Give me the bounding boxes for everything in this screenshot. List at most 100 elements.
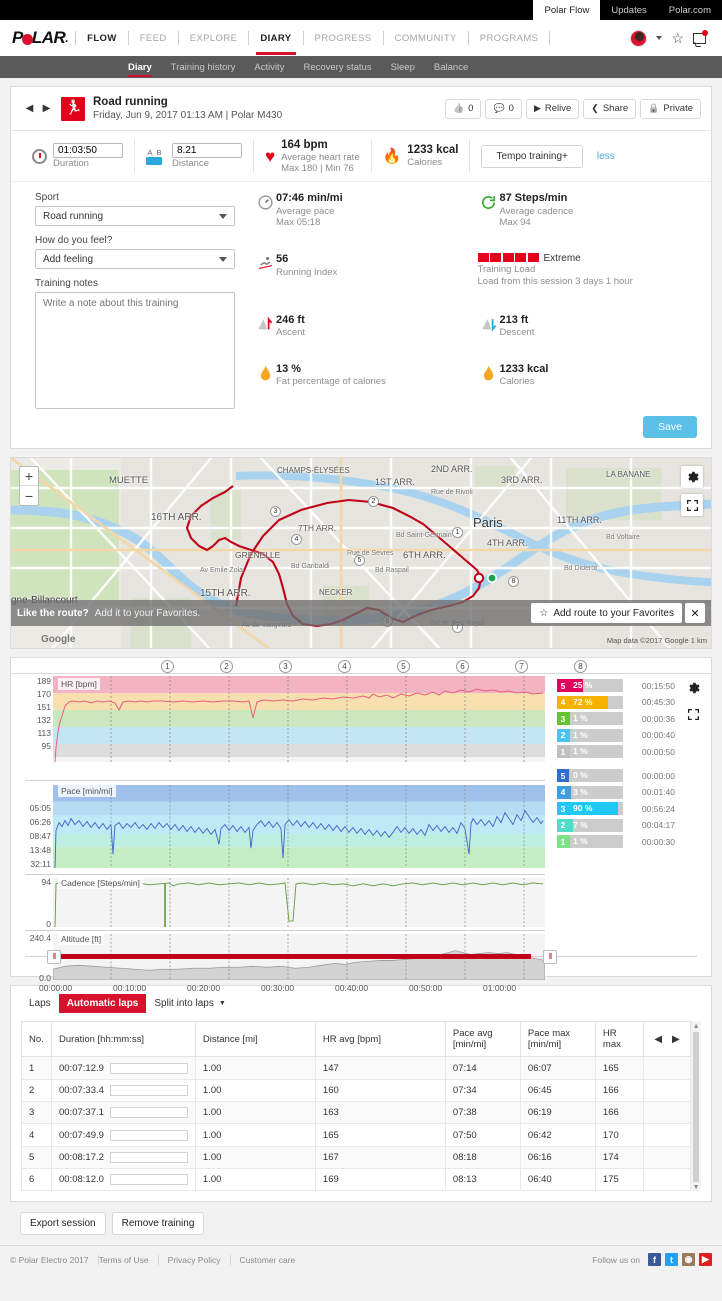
less-link[interactable]: less xyxy=(597,151,615,162)
sport-select[interactable]: Road running xyxy=(35,206,235,226)
lap-marker-1[interactable]: 1 xyxy=(161,660,174,673)
twitter-icon[interactable]: t xyxy=(665,1253,678,1266)
feeling-select[interactable]: Add feeling xyxy=(35,249,235,269)
laps-tab-laps[interactable]: Laps xyxy=(21,994,59,1013)
notifications-icon[interactable] xyxy=(693,33,706,44)
stat-body: 87 Steps/minAverage cadenceMax 94 xyxy=(500,192,574,240)
scrubber-handle-left[interactable]: ⦀ xyxy=(47,950,61,964)
action-lock[interactable]: 🔒Private xyxy=(640,99,701,119)
footer-link-terms-of-use[interactable]: Terms of Use xyxy=(99,1255,159,1265)
lap-marker-7[interactable]: 7 xyxy=(515,660,528,673)
nav-link-feed[interactable]: FEED xyxy=(136,33,171,44)
lap-hr-max: 174 xyxy=(595,1146,643,1168)
map-zoom-controls[interactable]: + − xyxy=(19,466,39,506)
nav-link-programs[interactable]: PROGRAMS xyxy=(476,33,543,44)
lap-spacer xyxy=(643,1146,690,1168)
tab-balance[interactable]: Balance xyxy=(434,62,468,73)
logo-period: . xyxy=(65,31,68,45)
close-icon[interactable]: ✕ xyxy=(685,603,705,623)
hr-y-tick: 151 xyxy=(37,702,51,712)
lap-marker-3[interactable]: 3 xyxy=(279,660,292,673)
laps-tab-split-into-laps[interactable]: Split into laps▼ xyxy=(146,994,233,1013)
star-icon[interactable]: ☆ xyxy=(671,30,684,47)
topbar-item-1[interactable]: Updates xyxy=(600,0,657,20)
topbar-item-0[interactable]: Polar Flow xyxy=(533,0,600,20)
chart-time-scrubber[interactable]: ⦀ ⦀ xyxy=(25,950,697,964)
next-session-button[interactable]: ▶ xyxy=(38,100,55,117)
chart-fullscreen-icon[interactable] xyxy=(683,704,703,724)
lap-hr-max: 170 xyxy=(595,1124,643,1146)
distance-input[interactable] xyxy=(172,143,242,158)
prev-session-button[interactable]: ◀ xyxy=(21,100,38,117)
footer-link-privacy-policy[interactable]: Privacy Policy xyxy=(159,1255,231,1265)
avatar[interactable] xyxy=(630,30,647,47)
facebook-icon[interactable]: f xyxy=(648,1253,661,1266)
tab-diary[interactable]: Diary xyxy=(128,62,152,73)
lap-marker-8[interactable]: 8 xyxy=(574,660,587,673)
youtube-icon[interactable]: ▶ xyxy=(699,1253,712,1266)
route-map[interactable]: MUETTECHAMPS-ÉLYSÉES1ST ARR.2ND ARR.3RD … xyxy=(10,457,712,649)
export-session-button[interactable]: Export session xyxy=(20,1212,106,1235)
stopwatch-icon xyxy=(32,149,47,164)
nav-link-community[interactable]: COMMUNITY xyxy=(391,33,461,44)
laps-next-button[interactable]: ▶ xyxy=(672,1034,680,1045)
scroll-thumb[interactable] xyxy=(693,1032,699,1182)
action-comment[interactable]: 💬0 xyxy=(485,99,522,119)
tempo-training-button[interactable]: Tempo training+ xyxy=(481,145,582,168)
scrubber-handle-right[interactable]: ⦀ xyxy=(543,950,557,964)
chevron-down-icon: ▼ xyxy=(219,1000,226,1007)
chart-plot-area[interactable]: 18917015113211395 xyxy=(25,676,545,982)
hr-zone-fill xyxy=(569,745,570,758)
pace-chart-panel[interactable]: 05:0506:2608:4713:4832:11 xyxy=(25,780,545,874)
stat-body: 07:46 min/miAverage paceMax 05:18 xyxy=(276,192,343,240)
lap-marker-4[interactable]: 4 xyxy=(338,660,351,673)
speedometer-icon xyxy=(254,192,276,240)
footer-link-customer-care[interactable]: Customer care xyxy=(231,1255,305,1265)
tab-sleep[interactable]: Sleep xyxy=(391,62,415,73)
scroll-up-icon[interactable]: ▲ xyxy=(691,1021,701,1030)
map-settings-gear-icon[interactable] xyxy=(681,466,703,488)
zoom-out-button[interactable]: − xyxy=(20,486,38,505)
laps-prev-button[interactable]: ◀ xyxy=(654,1034,662,1045)
tab-recovery-status[interactable]: Recovery status xyxy=(303,62,371,73)
scrubber-range[interactable] xyxy=(53,954,531,959)
comment-icon: 💬 xyxy=(493,103,504,114)
action-thumbs-up[interactable]: 👍0 xyxy=(445,99,482,119)
stat-body: ExtremeTraining LoadLoad from this sessi… xyxy=(478,253,633,299)
polar-logo[interactable]: PLAR. xyxy=(12,28,68,48)
lap-spacer xyxy=(643,1124,690,1146)
tab-activity[interactable]: Activity xyxy=(254,62,284,73)
topbar-item-2[interactable]: Polar.com xyxy=(658,0,722,20)
nav-link-diary[interactable]: DIARY xyxy=(256,33,295,44)
chart-settings-gear-icon[interactable] xyxy=(683,678,703,698)
instagram-icon[interactable]: ◉ xyxy=(682,1253,695,1266)
lap-marker-2[interactable]: 2 xyxy=(220,660,233,673)
chevron-down-icon[interactable] xyxy=(656,36,662,40)
save-button[interactable]: Save xyxy=(643,416,697,438)
laps-table-scrollbar[interactable]: ▲ ▼ xyxy=(691,1021,701,1191)
nav-divider xyxy=(303,31,304,45)
lap-marker-6[interactable]: 6 xyxy=(456,660,469,673)
cadence-chart-panel[interactable]: 940 Cadence [Steps/min] xyxy=(25,874,545,930)
zoom-in-button[interactable]: + xyxy=(20,467,38,486)
lap-duration-bar xyxy=(110,1063,188,1074)
map-fullscreen-icon[interactable] xyxy=(681,494,703,516)
pace-zone-percent: 90 % xyxy=(573,802,592,815)
nav-link-progress[interactable]: PROGRESS xyxy=(311,33,376,44)
hr-chart-panel[interactable]: 18917015113211395 xyxy=(25,676,545,780)
remove-training-button[interactable]: Remove training xyxy=(112,1212,205,1235)
hr-y-tick: 113 xyxy=(37,728,51,738)
duration-input[interactable] xyxy=(53,143,123,158)
lap-marker-5[interactable]: 5 xyxy=(397,660,410,673)
action-play[interactable]: ▶Relive xyxy=(526,99,579,119)
add-route-favorites-button[interactable]: ☆ Add route to your Favorites xyxy=(531,603,682,623)
training-notes-textarea[interactable] xyxy=(35,292,235,409)
laps-tab-label: Laps xyxy=(29,998,51,1009)
nav-link-flow[interactable]: FLOW xyxy=(83,33,121,44)
nav-link-explore[interactable]: EXPLORE xyxy=(186,33,242,44)
laps-tab-automatic-laps[interactable]: Automatic laps xyxy=(59,994,147,1013)
tab-training-history[interactable]: Training history xyxy=(171,62,236,73)
action-share[interactable]: ❮Share xyxy=(583,99,636,119)
social-icons: ft ◉ ▶ xyxy=(648,1253,712,1266)
scroll-down-icon[interactable]: ▼ xyxy=(691,1184,701,1191)
